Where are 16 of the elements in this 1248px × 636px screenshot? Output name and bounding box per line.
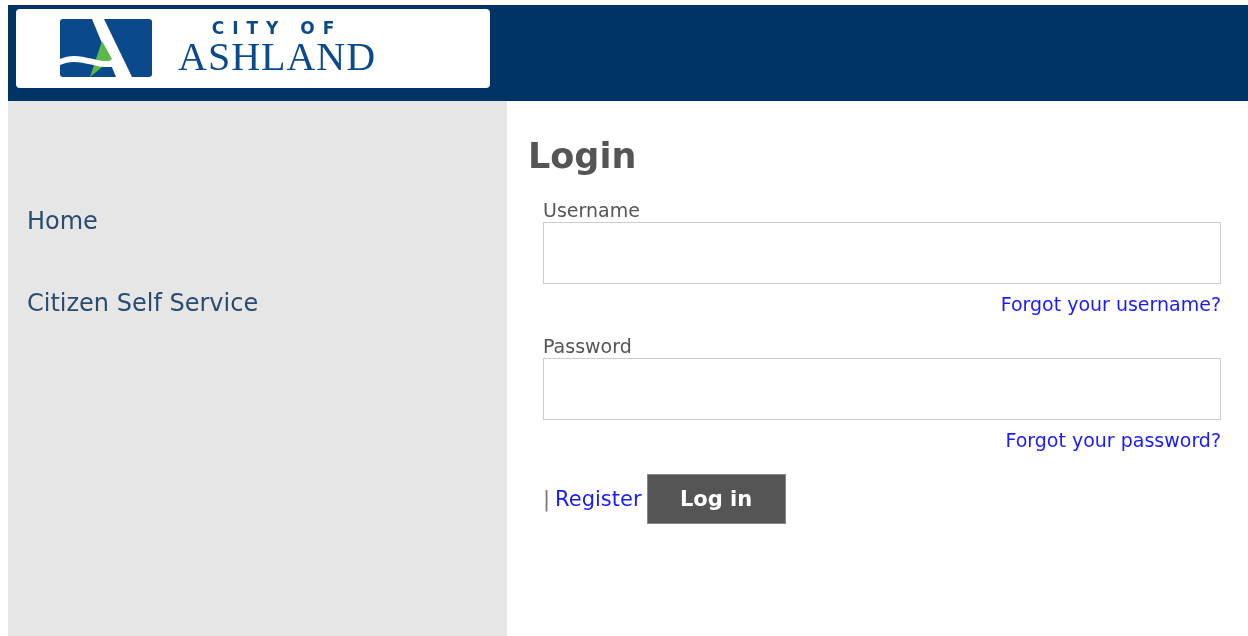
input-field[interactable] <box>543 222 1221 284</box>
field-label: Username <box>543 198 641 222</box>
logo-mark-icon <box>60 19 152 77</box>
city-logo[interactable]: CITY OF ASHLAND <box>16 8 490 88</box>
logo-text: CITY OF <box>211 19 343 37</box>
sidebar-link[interactable]: Citizen Self Service <box>27 287 507 319</box>
forgot-link[interactable]: Forgot your password? <box>1005 420 1221 460</box>
separator-text: | <box>543 487 551 511</box>
forgot-link[interactable]: Forgot your username? <box>1000 284 1221 324</box>
field-label: Password <box>543 334 633 358</box>
page-title: Login <box>528 135 638 178</box>
register-link[interactable]: Register <box>555 487 642 511</box>
login-button[interactable]: Log in <box>646 474 786 524</box>
logo-text: ASHLAND <box>178 36 377 77</box>
input-field[interactable] <box>543 358 1221 420</box>
sidebar-link[interactable]: Home <box>27 205 507 237</box>
